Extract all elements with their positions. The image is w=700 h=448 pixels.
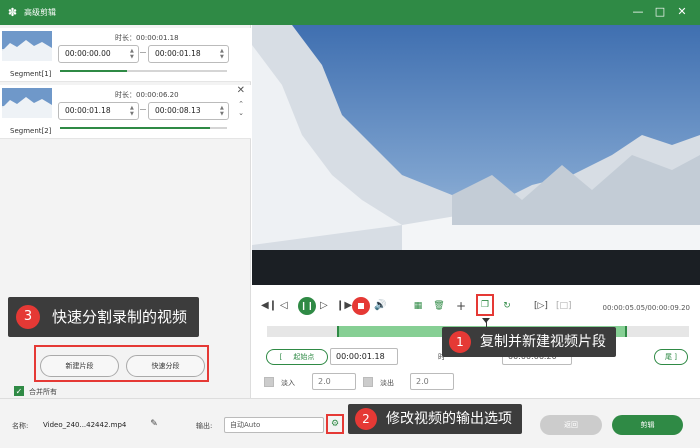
close-window-icon[interactable]: ✕: [674, 5, 690, 19]
volume-icon[interactable]: 🔊: [374, 299, 386, 313]
fade-out-field[interactable]: 2.0: [410, 373, 454, 390]
move-up-icon[interactable]: ⌃: [237, 100, 245, 108]
merge-all-checkbox[interactable]: ✓: [14, 386, 24, 396]
segment-duration: 时长：00:00:01.18: [115, 34, 179, 42]
callout-2: 2 修改视频的输出选项: [348, 404, 522, 434]
callout-number: 3: [16, 305, 40, 329]
segment-end-value: 00:00:01.18: [155, 49, 201, 58]
start-time-field[interactable]: 00:00:01.18: [330, 348, 398, 365]
fade-out-value: 2.0: [416, 377, 429, 386]
timecode: 00:00:05.05/00:00:09.20: [602, 304, 691, 312]
set-start-button[interactable]: [ 起始点: [266, 349, 328, 365]
mark-out-icon[interactable]: [□]: [556, 299, 572, 313]
fade-in-field[interactable]: 2.0: [312, 373, 356, 390]
callout-text: 快速分割录制的视频: [52, 308, 188, 326]
segment-progress: [60, 70, 227, 72]
segment-item[interactable]: Segment[2] 时长：00:00:06.20 00:00:01.18 ▲ ▼…: [0, 85, 251, 139]
segment-start-field[interactable]: 00:00:00.00 ▲ ▼: [58, 45, 139, 63]
next-frame-icon[interactable]: ▷: [320, 299, 328, 313]
back-button[interactable]: 返回: [540, 415, 602, 435]
mark-in-icon[interactable]: [▷]: [534, 299, 548, 313]
quick-split-button[interactable]: 快速分段: [126, 355, 205, 377]
delete-segment-icon[interactable]: ✕: [237, 85, 245, 96]
split-icon[interactable]: ▦: [412, 300, 424, 312]
add-icon[interactable]: +: [455, 300, 467, 312]
segment-start-value: 00:00:01.18: [65, 106, 111, 115]
delete-icon[interactable]: 🗑: [433, 300, 445, 312]
spinner-icon[interactable]: ▲ ▼: [130, 105, 135, 117]
go-to-end-icon[interactable]: ❙▶: [336, 299, 352, 313]
segment-end-value: 00:00:08.13: [155, 106, 201, 115]
callout-number: 1: [449, 331, 471, 353]
spinner-icon[interactable]: ▲ ▼: [130, 48, 135, 60]
callout-text: 复制并新建视频片段: [480, 334, 606, 350]
segment-panel: Segment[1] 时长：00:00:01.18 00:00:00.00 ▲ ▼…: [0, 25, 251, 398]
segment-duration: 时长：00:00:06.20: [115, 91, 179, 99]
callout-1: 1 复制并新建视频片段: [442, 327, 616, 357]
segment-label: Segment[1]: [10, 70, 52, 78]
range-separator: [140, 109, 146, 110]
app-logo-icon: ✽: [7, 6, 18, 19]
segment-end-field[interactable]: 00:00:08.13 ▲ ▼: [148, 102, 229, 120]
stop-button[interactable]: [352, 297, 370, 315]
gear-icon[interactable]: ⚙: [329, 418, 341, 430]
name-label: 名称:: [12, 422, 29, 430]
file-name: Video_240...42442.mp4: [43, 421, 127, 429]
go-to-start-icon[interactable]: ◀❙: [261, 299, 277, 313]
video-preview[interactable]: [252, 25, 700, 285]
callout-number: 2: [355, 408, 377, 430]
callout-text: 修改视频的输出选项: [386, 411, 512, 427]
window-title: 高级剪辑: [24, 8, 56, 17]
minimize-icon[interactable]: —: [630, 5, 646, 19]
spinner-icon[interactable]: ▲ ▼: [220, 48, 225, 60]
output-field[interactable]: 自动Auto: [224, 417, 324, 433]
segment-progress-fill: [60, 127, 211, 129]
callout-3: 3 快速分割录制的视频: [8, 297, 200, 337]
start-time-value: 00:00:01.18: [336, 352, 385, 361]
segment-progress: [60, 127, 227, 129]
pause-button[interactable]: ❙❙: [298, 297, 316, 315]
segment-start-field[interactable]: 00:00:01.18 ▲ ▼: [58, 102, 139, 120]
reset-icon[interactable]: ↻: [501, 300, 513, 312]
previous-frame-icon[interactable]: ◁: [280, 299, 288, 313]
set-end-button[interactable]: 尾 ]: [654, 349, 688, 365]
new-segment-button[interactable]: 新建片段: [40, 355, 119, 377]
fade-in-checkbox[interactable]: [264, 377, 274, 387]
edit-name-icon[interactable]: ✎: [148, 418, 160, 430]
spinner-icon[interactable]: ▲ ▼: [220, 105, 225, 117]
segment-progress-fill: [60, 70, 127, 72]
fade-in-value: 2.0: [318, 377, 331, 386]
segment-start-value: 00:00:00.00: [65, 49, 111, 58]
output-label: 输出:: [196, 422, 213, 430]
maximize-icon[interactable]: □: [652, 5, 668, 19]
fade-out-label: 淡出: [380, 379, 394, 387]
output-value: 自动Auto: [230, 421, 261, 429]
fade-out-checkbox[interactable]: [363, 377, 373, 387]
clip-button[interactable]: 剪辑: [612, 415, 683, 435]
copy-segment-icon[interactable]: ❐: [479, 299, 491, 311]
move-down-icon[interactable]: ⌄: [237, 109, 245, 117]
segment-thumbnail: [2, 31, 52, 61]
title-bar: ✽ 高级剪辑 — □ ✕: [0, 0, 700, 25]
segment-end-field[interactable]: 00:00:01.18 ▲ ▼: [148, 45, 229, 63]
range-separator: [140, 52, 146, 53]
fade-in-label: 淡入: [281, 379, 295, 387]
segment-thumbnail: [2, 88, 52, 118]
segment-item[interactable]: Segment[1] 时长：00:00:01.18 00:00:00.00 ▲ ▼…: [0, 28, 251, 82]
set-start-label: 起始点: [293, 353, 315, 361]
segment-label: Segment[2]: [10, 127, 52, 135]
set-end-label: 尾: [665, 353, 673, 361]
merge-all-label: 合并所有: [29, 388, 57, 396]
